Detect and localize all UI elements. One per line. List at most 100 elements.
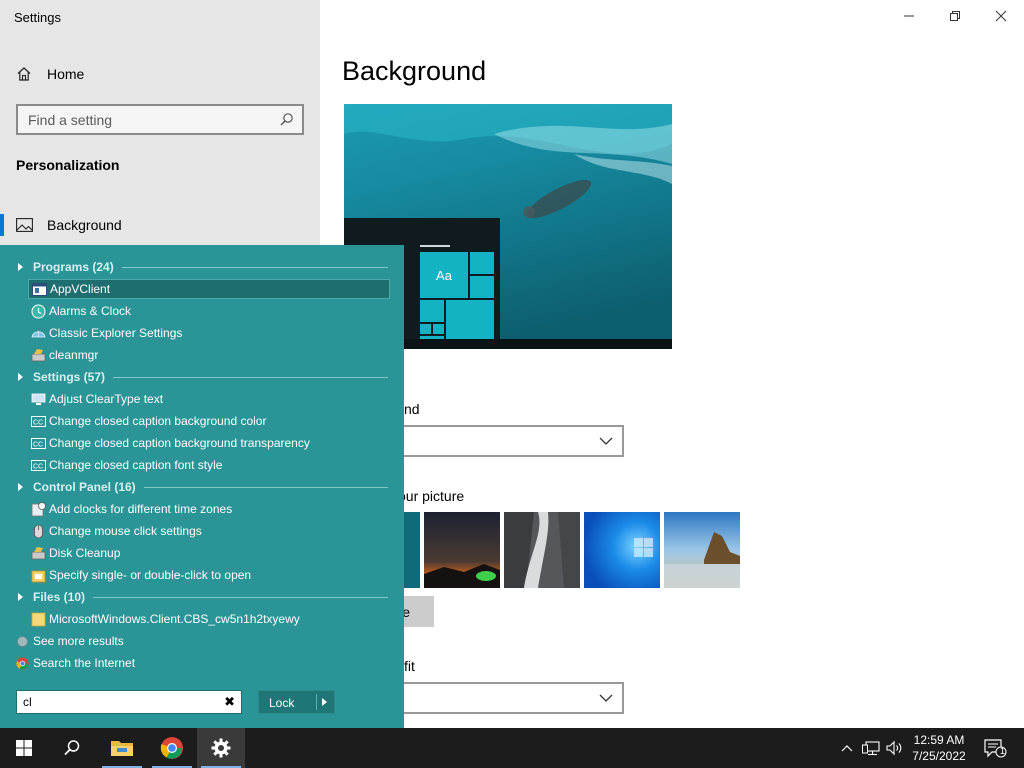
search-orb-icon (17, 635, 28, 647)
lock-label: Lock (269, 696, 295, 710)
search-icon (64, 740, 80, 756)
selection-indicator (0, 214, 4, 236)
show-hidden-icons[interactable] (838, 728, 856, 768)
restore-button[interactable] (944, 6, 966, 26)
start-search-input[interactable] (17, 691, 217, 713)
network-tray[interactable] (860, 728, 882, 768)
preview-tile: Aa (420, 252, 468, 298)
home-link[interactable]: Home (16, 64, 84, 84)
group-header-files[interactable]: Files (10) (16, 588, 388, 606)
folder-icon (31, 612, 46, 627)
monitor-icon (31, 392, 46, 407)
volume-tray[interactable] (884, 728, 906, 768)
mouse-icon (31, 524, 46, 539)
minimize-icon (904, 15, 914, 17)
lock-button[interactable]: Lock (258, 690, 335, 714)
group-title: Control Panel (16) (33, 480, 136, 494)
start-button[interactable] (0, 728, 48, 768)
group-header-settings[interactable]: Settings (57) (16, 368, 388, 386)
result-label: Alarms & Clock (49, 304, 132, 318)
result-item-disk-cleanup[interactable]: Disk Cleanup (28, 543, 390, 563)
result-item-adjust-cleartype[interactable]: Adjust ClearType text (28, 389, 390, 409)
alarm-clock-icon (31, 304, 46, 319)
group-title: Files (10) (33, 590, 86, 604)
result-item-single-double-click[interactable]: Specify single- or double-click to open (28, 565, 390, 585)
cc-icon: CC (31, 458, 46, 473)
group-title: Settings (57) (33, 370, 106, 384)
section-title: Personalization (16, 157, 120, 173)
start-search-box[interactable]: ✖ (16, 690, 242, 714)
result-label: Change closed caption background transpa… (49, 436, 310, 450)
file-explorer-icon (111, 741, 133, 756)
taskbar-search-button[interactable] (48, 728, 96, 768)
minimize-button[interactable] (898, 6, 920, 26)
wallpaper-thumb-night-sky[interactable] (424, 512, 500, 588)
clear-search-icon[interactable]: ✖ (224, 695, 235, 709)
folder-options-icon (31, 568, 46, 583)
result-label: cleanmgr (49, 348, 99, 362)
expand-triangle-icon (18, 483, 23, 491)
result-label: Change closed caption font style (49, 458, 223, 472)
find-setting-box[interactable] (16, 104, 304, 135)
page-title: Background (342, 56, 487, 86)
network-icon (862, 741, 880, 756)
choose-picture-label: our picture (398, 488, 465, 504)
settings-gear-icon (211, 738, 231, 758)
taskbar-chrome[interactable] (148, 728, 196, 768)
speaker-icon (886, 740, 902, 756)
choose-fit-label: fit (404, 658, 415, 674)
svg-text:CC: CC (33, 441, 43, 448)
home-label: Home (47, 66, 85, 82)
group-title: Programs (24) (33, 260, 114, 274)
chevron-down-icon (599, 694, 613, 702)
search-the-internet[interactable]: Search the Internet (16, 654, 135, 672)
taskbar-settings[interactable] (197, 728, 245, 768)
shell-icon (31, 326, 46, 341)
result-label: AppVClient (50, 282, 111, 296)
clock-time: 12:59 AM (913, 733, 965, 747)
taskbar-clock[interactable]: 12:59 AM 7/25/2022 (905, 732, 973, 764)
result-item-cleanmgr[interactable]: cleanmgr (28, 345, 390, 365)
result-item-mouse-settings[interactable]: Change mouse click settings (28, 521, 390, 541)
result-item-microsoftwindows-client-cbs[interactable]: MicrosoftWindows.Client.CBS_cw5n1h2txyew… (28, 609, 390, 629)
cc-icon: CC (31, 436, 46, 451)
result-label: Change mouse click settings (49, 524, 202, 538)
disk-cleanup-icon (31, 348, 46, 363)
result-item-cc-font-style[interactable]: CC Change closed caption font style (28, 455, 390, 475)
result-item-cc-background-color[interactable]: CC Change closed caption background colo… (28, 411, 390, 431)
expand-triangle-icon (18, 263, 23, 271)
wallpaper-thumb-waterfall[interactable] (504, 512, 580, 588)
search-icon[interactable] (279, 112, 294, 127)
power-options-arrow-icon[interactable] (322, 698, 327, 706)
chrome-icon (16, 657, 29, 669)
clock-date: 7/25/2022 (912, 749, 966, 763)
result-item-cc-background-transparency[interactable]: CC Change closed caption background tran… (28, 433, 390, 453)
notification-count: 1 (1000, 746, 1006, 756)
group-header-programs[interactable]: Programs (24) (16, 258, 388, 276)
see-more-results[interactable]: See more results (16, 632, 124, 650)
see-more-label: See more results (33, 634, 124, 648)
wallpaper-thumb-beach[interactable] (664, 512, 740, 588)
restore-icon (950, 11, 960, 21)
result-item-alarms-clock[interactable]: Alarms & Clock (28, 301, 390, 321)
chrome-icon (160, 737, 183, 759)
cc-icon: CC (31, 414, 46, 429)
result-label: Disk Cleanup (49, 546, 121, 560)
find-setting-input[interactable] (18, 106, 302, 133)
result-label: Adjust ClearType text (49, 392, 164, 406)
app-window-icon (32, 282, 47, 297)
taskbar-file-explorer[interactable] (98, 728, 146, 768)
result-label: Change closed caption background color (49, 414, 267, 428)
result-item-add-clocks[interactable]: Add clocks for different time zones (28, 499, 390, 519)
result-label: Add clocks for different time zones (49, 502, 233, 516)
action-center-button[interactable]: 1 (980, 728, 1010, 768)
result-item-appvclient[interactable]: AppVClient (28, 279, 390, 299)
picture-icon (16, 218, 33, 232)
result-item-classic-explorer-settings[interactable]: Classic Explorer Settings (28, 323, 390, 343)
group-header-control-panel[interactable]: Control Panel (16) (16, 478, 388, 496)
sidebar-item-background[interactable]: Background (0, 212, 320, 240)
close-button[interactable] (990, 6, 1012, 26)
chevron-up-icon (841, 745, 853, 752)
chevron-down-icon (599, 437, 613, 445)
wallpaper-thumb-windows[interactable] (584, 512, 660, 588)
